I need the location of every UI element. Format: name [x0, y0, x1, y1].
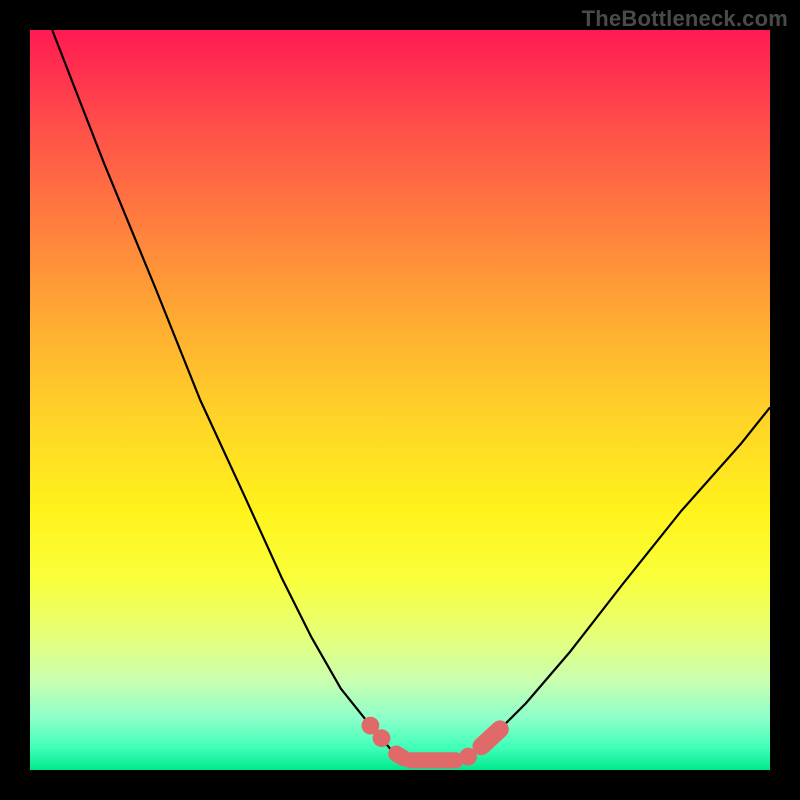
marker-pill [396, 754, 403, 759]
chart-frame: TheBottleneck.com [0, 0, 800, 800]
watermark-text: TheBottleneck.com [582, 6, 788, 32]
bottleneck-curve [52, 30, 770, 761]
marker-pill [481, 729, 500, 746]
chart-svg [30, 30, 770, 770]
marker-dot [373, 729, 391, 747]
chart-plot-area [30, 30, 770, 770]
marker-group [362, 717, 500, 766]
curve-path [52, 30, 770, 761]
